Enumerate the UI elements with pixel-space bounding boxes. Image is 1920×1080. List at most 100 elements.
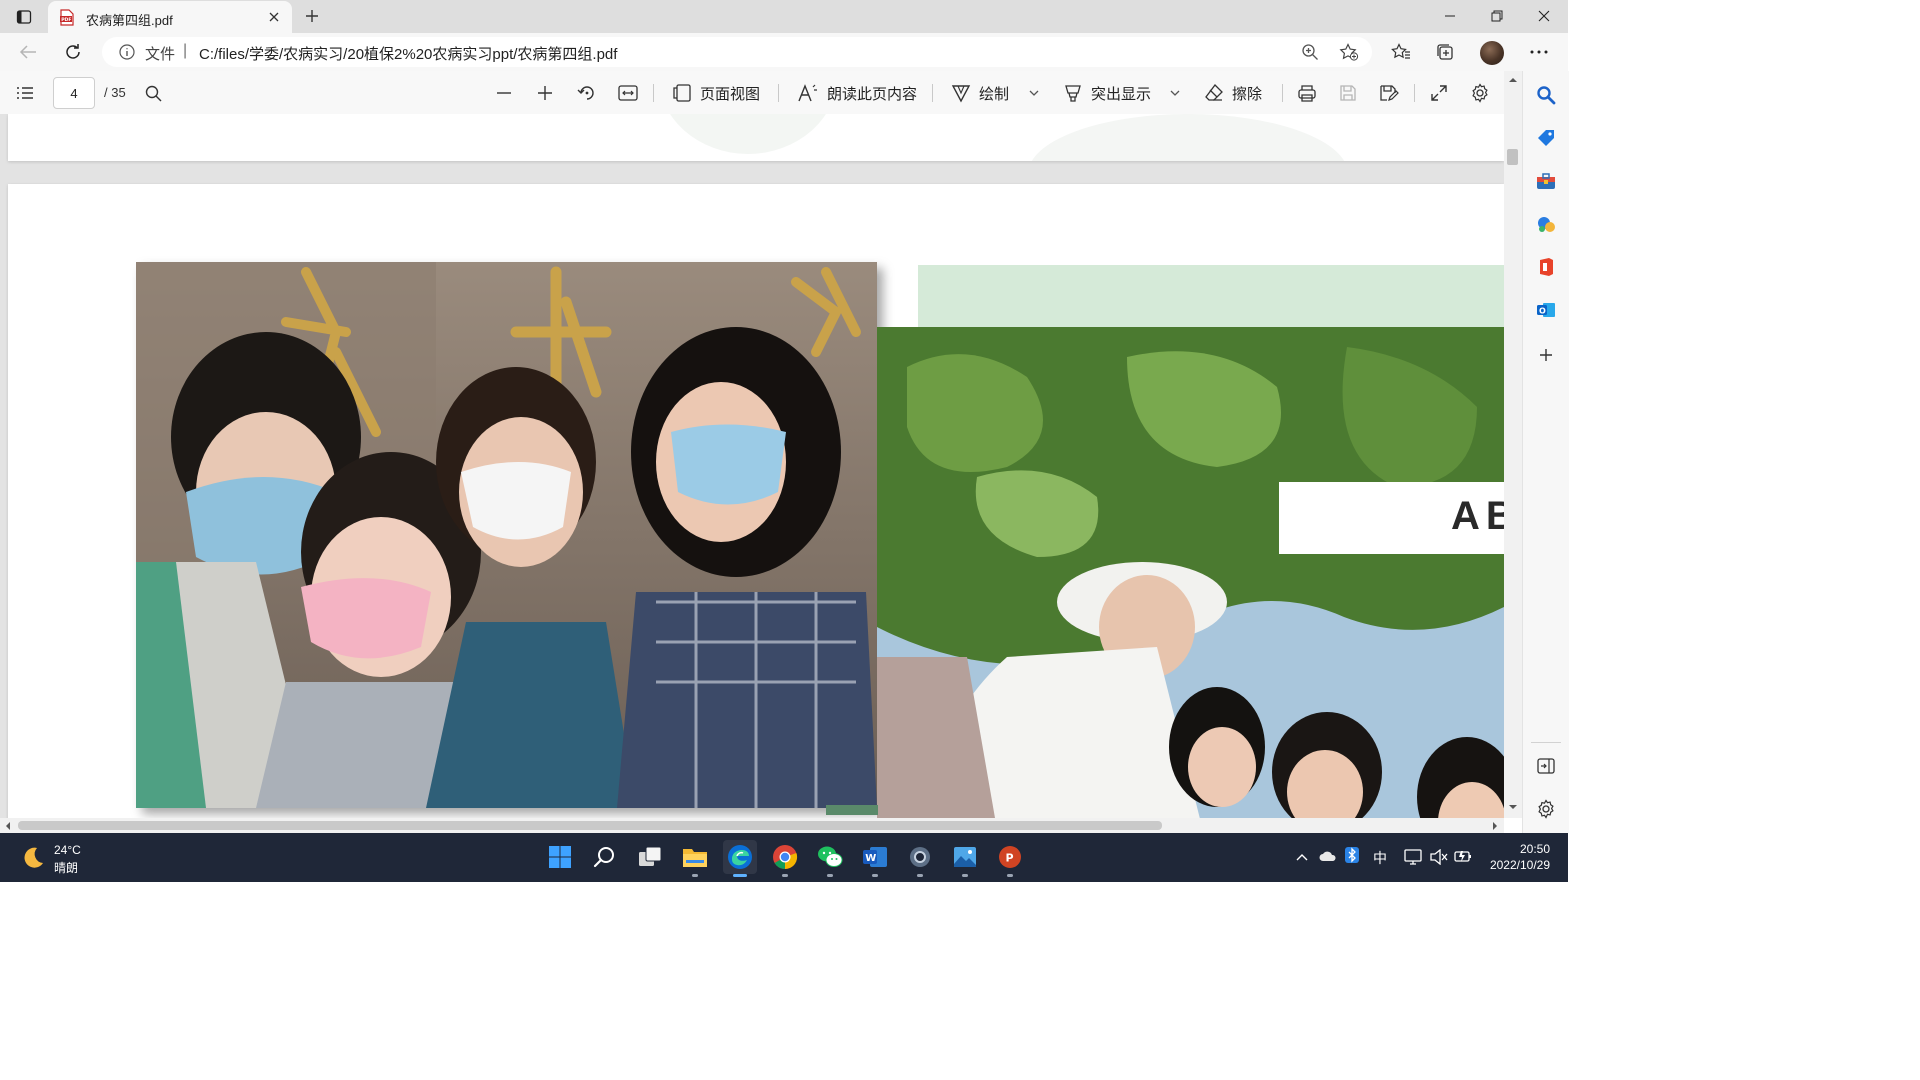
search-icon (1537, 86, 1556, 105)
back-button[interactable] (13, 37, 43, 67)
profile-avatar[interactable] (1480, 41, 1504, 65)
highlight-options-dropdown[interactable] (1169, 81, 1181, 105)
weather-widget[interactable]: 24°C 晴朗 (20, 841, 140, 875)
wechat-taskbar-button[interactable] (813, 840, 847, 877)
toolbar-divider (1282, 84, 1283, 102)
page-view-button[interactable]: 页面视图 (672, 81, 760, 105)
word-taskbar-button[interactable]: W (858, 840, 892, 877)
save-as-button[interactable] (1379, 81, 1399, 105)
draw-button[interactable]: 绘制 (951, 81, 1009, 105)
favorites-button[interactable] (1386, 37, 1416, 67)
settings-and-more-button[interactable] (1524, 37, 1554, 67)
task-view-button[interactable] (633, 840, 667, 874)
page-number-input[interactable]: 4 (53, 77, 95, 109)
slide-title-text: AB (1451, 494, 1504, 538)
svg-text:O: O (1539, 307, 1546, 316)
sidebar-tools-button[interactable] (1535, 170, 1557, 192)
tab-actions-button[interactable] (8, 4, 40, 30)
edge-icon (728, 845, 752, 869)
collections-button[interactable] (1430, 37, 1460, 67)
word-icon: W (863, 847, 887, 867)
url-text[interactable]: C:/files/学委/农病实习/20植保2%20农病实习ppt/农病第四组.p… (199, 43, 617, 64)
sidebar-settings-button[interactable] (1535, 798, 1557, 820)
svg-text:PDF: PDF (61, 17, 71, 23)
svg-text:P: P (1006, 852, 1014, 865)
running-indicator (827, 874, 833, 877)
close-icon (269, 12, 279, 22)
scroll-right-icon[interactable] (1492, 821, 1498, 831)
minimize-icon (1445, 15, 1455, 17)
close-tab-button[interactable] (264, 7, 284, 27)
scroll-up-icon[interactable] (1508, 77, 1518, 83)
draw-options-dropdown[interactable] (1028, 81, 1040, 105)
active-tab[interactable]: PDF 农病第四组.pdf (48, 1, 292, 33)
plus-icon (306, 10, 318, 22)
save-button[interactable] (1339, 81, 1357, 105)
battery-tray-icon[interactable] (1454, 849, 1472, 866)
start-button[interactable] (543, 840, 577, 874)
group-selfie-image (136, 262, 877, 808)
refresh-button[interactable] (58, 37, 88, 67)
bluetooth-icon (1345, 847, 1359, 863)
erase-button[interactable]: 擦除 (1204, 81, 1262, 105)
settings-taskbar-button[interactable] (903, 840, 937, 877)
scroll-down-icon[interactable] (1508, 804, 1518, 810)
edge-taskbar-button[interactable] (723, 840, 757, 877)
hide-sidebar-icon (1537, 758, 1555, 774)
file-explorer-button[interactable] (678, 840, 712, 877)
close-window-button[interactable] (1521, 0, 1567, 32)
sidebar-add-button[interactable] (1535, 344, 1557, 366)
zoom-icon[interactable] (1301, 43, 1319, 61)
add-icon (1540, 349, 1552, 361)
powerpoint-taskbar-button[interactable]: P (993, 840, 1027, 877)
hide-sidebar-button[interactable] (1535, 755, 1557, 777)
sidebar-office-button[interactable] (1535, 256, 1557, 278)
highlight-button[interactable]: 突出显示 (1063, 81, 1151, 105)
photos-taskbar-button[interactable] (948, 840, 982, 877)
full-screen-button[interactable] (1430, 81, 1448, 105)
scroll-left-icon[interactable] (5, 821, 11, 831)
pdf-document-area[interactable]: AB (0, 114, 1504, 818)
sidebar-games-button[interactable] (1535, 213, 1557, 235)
table-of-contents-button[interactable] (16, 81, 34, 105)
input-method-indicator[interactable]: 中 (1373, 848, 1387, 868)
chrome-taskbar-button[interactable] (768, 840, 802, 877)
find-button[interactable] (145, 81, 162, 105)
restore-button[interactable] (1474, 0, 1520, 32)
task-view-icon (639, 846, 662, 866)
minus-icon (497, 92, 511, 94)
onedrive-tray-icon[interactable] (1319, 849, 1337, 865)
horizontal-scroll-thumb[interactable] (18, 821, 1162, 830)
vertical-scroll-thumb[interactable] (1507, 149, 1518, 165)
group-selfie-photo (136, 262, 877, 808)
pdf-settings-button[interactable] (1470, 81, 1490, 105)
minimize-button[interactable] (1427, 0, 1473, 32)
sidebar-outlook-button[interactable]: O (1535, 299, 1557, 321)
rotate-button[interactable] (577, 81, 597, 105)
tree-group-image (877, 327, 1504, 818)
print-button[interactable] (1297, 81, 1317, 105)
save-icon (1340, 85, 1356, 101)
zoom-out-button[interactable] (496, 81, 512, 105)
fit-to-width-button[interactable] (618, 81, 638, 105)
save-as-icon (1380, 85, 1399, 101)
tab-strip: PDF 农病第四组.pdf (0, 0, 1568, 33)
new-tab-button[interactable] (300, 4, 324, 28)
address-bar[interactable]: 文件 | C:/files/学委/农病实习/20植保2%20农病实习ppt/农病… (102, 37, 1372, 67)
horizontal-scrollbar[interactable] (0, 818, 1504, 833)
close-icon (1538, 10, 1550, 22)
taskbar-search-button[interactable] (588, 840, 622, 874)
vertical-scrollbar[interactable] (1504, 71, 1522, 818)
network-tray-icon[interactable] (1404, 849, 1422, 868)
gear-icon (1472, 83, 1488, 103)
slide-accent-strip (826, 805, 878, 815)
volume-tray-icon[interactable] (1430, 848, 1448, 868)
show-hidden-icons-button[interactable] (1296, 848, 1308, 864)
add-favorite-icon[interactable] (1339, 43, 1359, 61)
read-aloud-button[interactable]: 朗读此页内容 (797, 81, 917, 105)
bluetooth-tray-icon[interactable] (1345, 847, 1359, 866)
sidebar-shopping-button[interactable] (1535, 127, 1557, 149)
sidebar-search-button[interactable] (1535, 84, 1557, 106)
system-clock[interactable]: 20:50 2022/10/29 (1484, 841, 1550, 873)
zoom-in-button[interactable] (537, 81, 553, 105)
